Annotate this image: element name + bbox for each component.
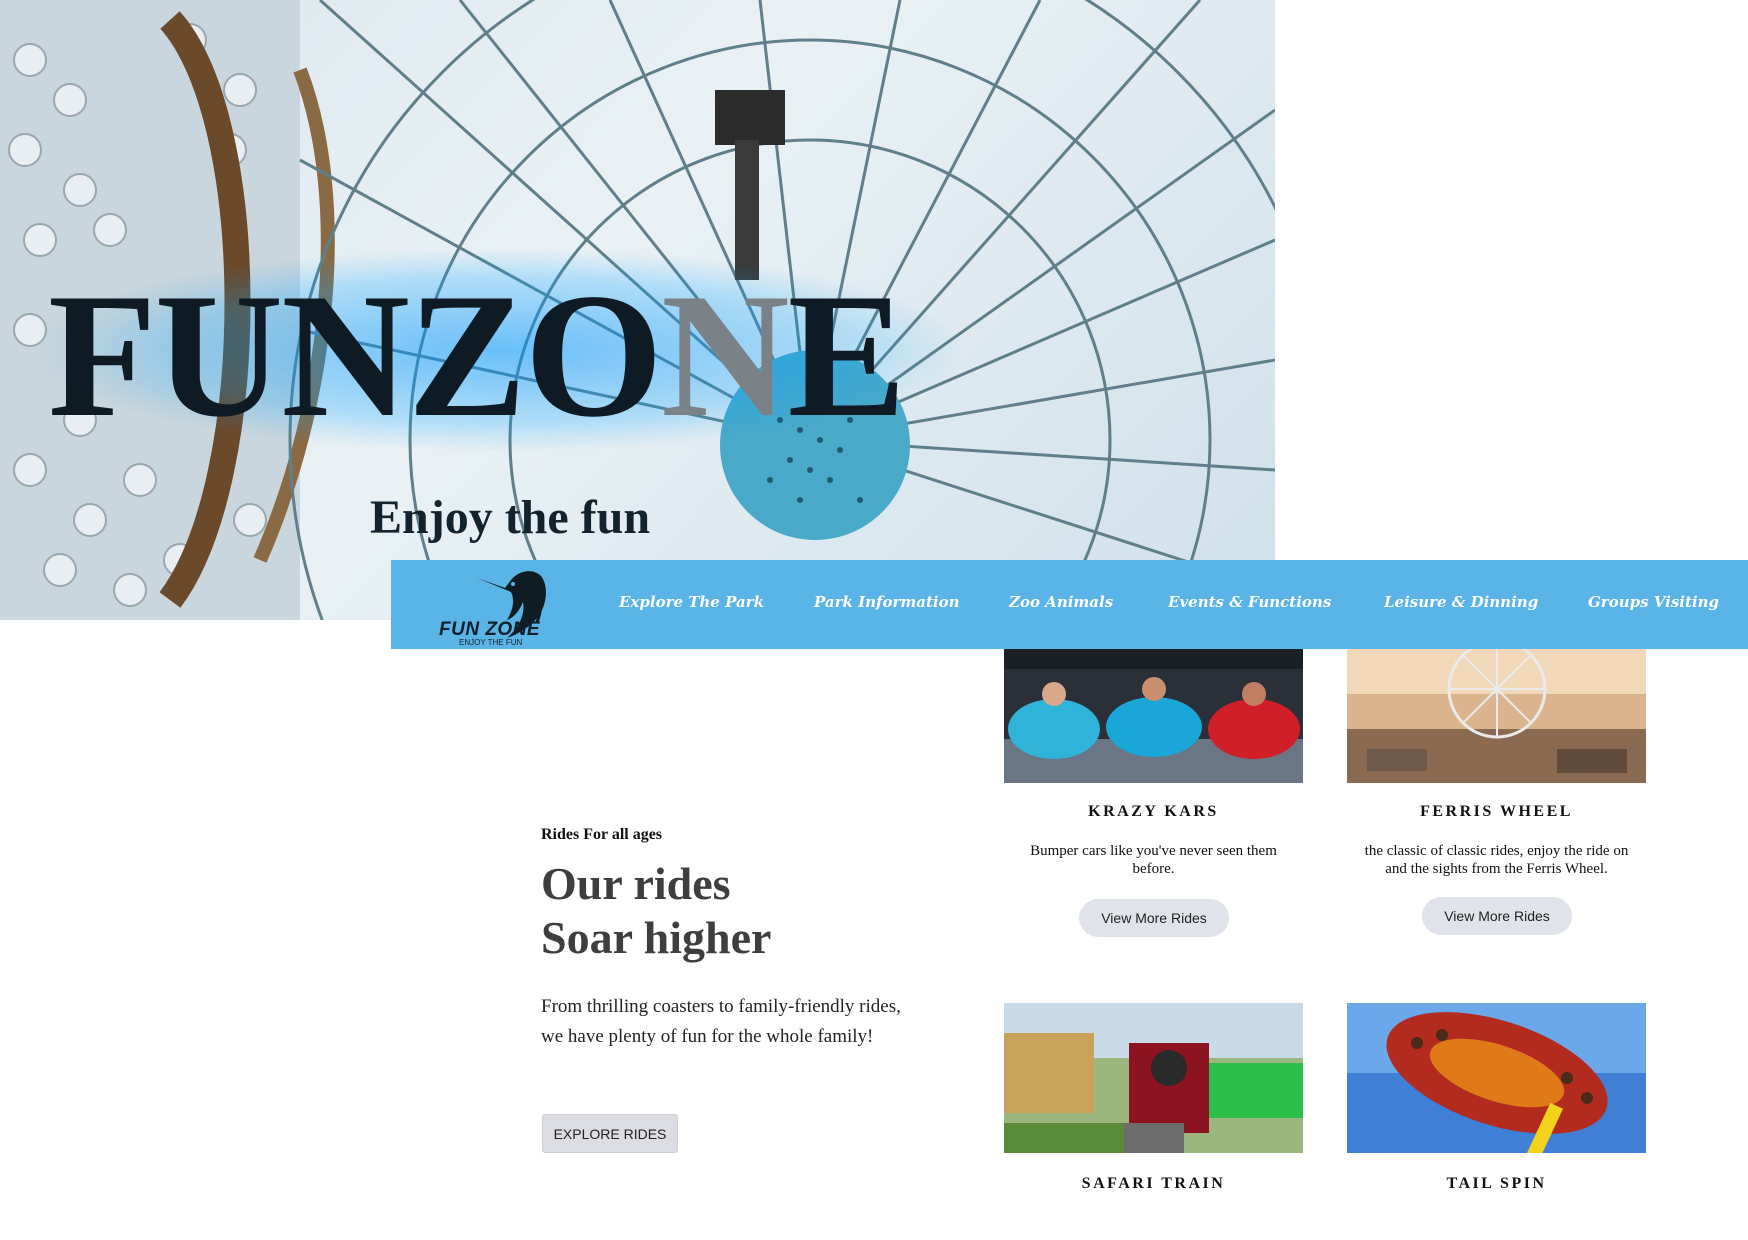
ferris-wheel-card-image[interactable]: [1347, 649, 1646, 783]
card-description: the classic of classic rides, enjoy the …: [1364, 843, 1629, 877]
card-title: KRAZY KARS: [1088, 803, 1219, 820]
ferris-wheel-photo: [1347, 649, 1646, 783]
tail-spin-photo: [1347, 1003, 1646, 1153]
nav-events-functions[interactable]: Events & Functions: [1168, 593, 1331, 611]
hero-title: FUNZONE: [48, 256, 906, 454]
rides-eyebrow: Rides For all ages: [541, 826, 663, 843]
safari-train-photo: [1004, 1003, 1303, 1153]
nav-zoo-animals[interactable]: Zoo Animals: [1009, 593, 1113, 611]
safari-train-image[interactable]: [1004, 1003, 1303, 1153]
ride-card-ferris-wheel: FERRIS WHEEL the classic of classic ride…: [1347, 649, 1646, 949]
nav-leisure-dinning[interactable]: Leisure & Dinning: [1384, 593, 1538, 611]
hero-banner: FUNZONE Enjoy the fun: [0, 0, 1275, 620]
view-more-rides-button[interactable]: View More Rides: [1422, 897, 1572, 935]
view-more-rides-button[interactable]: View More Rides: [1079, 899, 1229, 937]
logo-tagline: ENJOY THE FUN: [459, 638, 523, 647]
hero-subtitle: Enjoy the fun: [370, 491, 651, 544]
krazy-kars-image[interactable]: [1004, 649, 1303, 783]
rides-heading: Our rides Soar higher: [541, 857, 771, 965]
main-navbar: FUN ZONE ENJOY THE FUN Explore The Park …: [391, 560, 1748, 649]
card-title: SAFARI TRAIN: [1081, 1175, 1226, 1192]
card-title: TAIL SPIN: [1446, 1175, 1547, 1192]
ride-card-krazy-kars: KRAZY KARS Bumper cars like you've never…: [1004, 649, 1303, 949]
nav-explore-the-park[interactable]: Explore The Park: [619, 593, 764, 611]
explore-rides-button[interactable]: EXPLORE RIDES: [542, 1114, 678, 1153]
rides-description: From thrilling coasters to family-friend…: [541, 996, 901, 1047]
card-title: FERRIS WHEEL: [1420, 803, 1573, 820]
rides-heading-line-1: Our rides: [541, 858, 731, 909]
tail-spin-image[interactable]: [1347, 1003, 1646, 1153]
ride-card-tail-spin: TAIL SPIN: [1347, 1003, 1646, 1193]
nav-park-information[interactable]: Park Information: [814, 593, 960, 611]
ride-card-safari-train: SAFARI TRAIN: [1004, 1003, 1303, 1193]
rides-heading-line-2: Soar higher: [541, 912, 772, 963]
card-description: Bumper cars like you've never seen them …: [1030, 843, 1277, 877]
hero-title-dim-letter: N: [661, 256, 790, 454]
bumper-cars-photo: [1004, 649, 1303, 783]
nav-groups-visiting[interactable]: Groups Visiting: [1588, 593, 1719, 611]
site-logo[interactable]: FUN ZONE ENJOY THE FUN: [427, 560, 567, 649]
